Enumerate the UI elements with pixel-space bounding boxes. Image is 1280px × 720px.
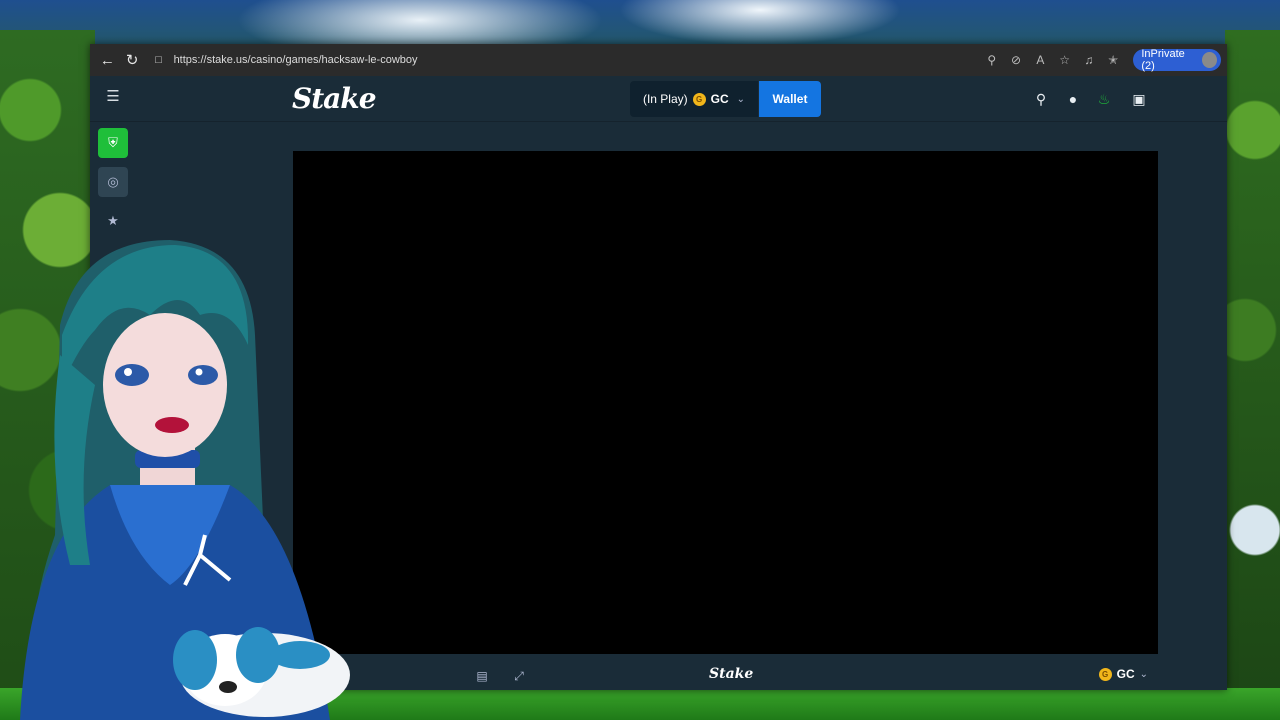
collections-icon[interactable]: ♫: [1079, 49, 1099, 71]
inprivate-label: InPrivate (2): [1141, 48, 1185, 72]
gold-coin-icon: G: [1098, 667, 1112, 681]
chevron-down-icon: ⌄: [1139, 668, 1148, 680]
address-bar: ← ↻ □ https://stake.us/casino/games/hack…: [90, 44, 1227, 76]
footer-stake-logo: Stake: [709, 666, 754, 682]
chevron-down-icon: ⌄: [736, 93, 746, 105]
chat-icon[interactable]: ▣: [1129, 89, 1149, 109]
game-footer-bar: ▤ ⤢ Stake G GC ⌄: [293, 662, 1158, 690]
stake-logo[interactable]: Stake: [292, 82, 377, 115]
menu-icon[interactable]: ☰: [105, 89, 121, 105]
user-icon[interactable]: ●: [1063, 89, 1083, 109]
wallet-button[interactable]: Wallet: [759, 81, 821, 117]
expand-icon[interactable]: ⤢: [511, 668, 527, 684]
refresh-icon[interactable]: ↻: [121, 47, 144, 73]
url-text: https://stake.us/casino/games/hacksaw-le…: [173, 54, 418, 66]
url-field[interactable]: □ https://stake.us/casino/games/hacksaw-…: [152, 48, 982, 72]
site-header: ☰ Stake (In Play) G GC ⌄ Wallet ⚲ ● ♨ ▣: [90, 76, 1227, 122]
background-foliage-right: [1225, 30, 1280, 720]
balance-status: (In Play): [642, 92, 688, 106]
back-arrow-icon[interactable]: ←: [96, 47, 119, 73]
footer-currency-label: GC: [1116, 667, 1135, 681]
gold-coin-icon: G: [692, 92, 706, 106]
currency-label: GC: [710, 92, 729, 106]
favorite-star-icon[interactable]: ☆: [1054, 49, 1074, 71]
stats-chart-icon[interactable]: ▤: [474, 668, 490, 684]
casino-shield-icon[interactable]: ⛨: [98, 128, 128, 158]
favorites-star-icon[interactable]: ★: [98, 206, 128, 236]
favorites-icon[interactable]: ✭: [1103, 49, 1123, 71]
side-rail: ⛨ ◎ ★: [90, 122, 136, 690]
balance-selector[interactable]: (In Play) G GC ⌄: [630, 81, 758, 117]
browser-window: ← ↻ □ https://stake.us/casino/games/hack…: [90, 44, 1227, 690]
inprivate-badge[interactable]: InPrivate (2): [1133, 48, 1221, 72]
search-icon[interactable]: ⚲: [1031, 89, 1051, 109]
browser-toolbar-icons: ⚲ ⊘ A ☆ ♫ ✭ InPrivate (2): [982, 48, 1221, 72]
background-foliage-left: [0, 30, 95, 720]
read-aloud-icon[interactable]: A: [1030, 49, 1050, 71]
footer-currency-selector[interactable]: G GC ⌄: [1098, 667, 1148, 681]
tracking-off-icon[interactable]: ⊘: [1006, 49, 1026, 71]
game-frame[interactable]: [293, 151, 1158, 654]
background-grass: [0, 688, 1280, 720]
site-info-icon[interactable]: □: [152, 53, 166, 67]
zoom-icon[interactable]: ⚲: [982, 49, 1002, 71]
sports-target-icon[interactable]: ◎: [98, 167, 128, 197]
notifications-bell-icon[interactable]: ♨: [1094, 89, 1114, 109]
profile-avatar-icon: [1202, 52, 1217, 68]
